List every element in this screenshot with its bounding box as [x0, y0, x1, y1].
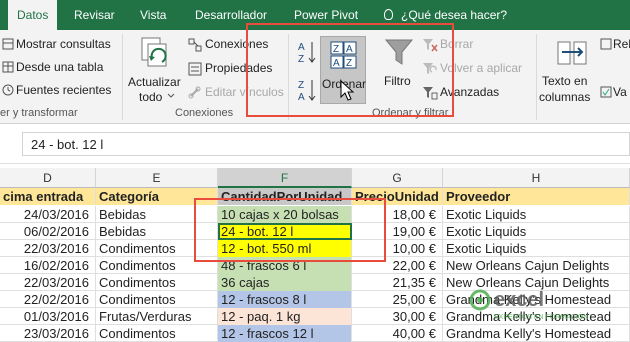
table-row: 23/03/2016 Condimentos 12 - frascos 12 l 40…	[0, 325, 630, 342]
cell-d[interactable]: 06/02/2016	[0, 223, 96, 240]
cell-h[interactable]: Exotic Liquids	[443, 240, 630, 257]
watermark-subtitle: EXPERTOS EN FORMACIÓN	[494, 312, 588, 321]
get-transform-group-label: er y transformar	[0, 107, 78, 119]
watermark-brand: excel	[494, 289, 544, 311]
cell-d[interactable]: 24/03/2016	[0, 206, 96, 223]
tab-vista[interactable]: Vista	[140, 0, 166, 30]
formula-input[interactable]: 24 - bot. 12 l	[22, 132, 630, 156]
table-icon	[2, 61, 14, 73]
cell-g[interactable]: 25,00 €	[352, 291, 443, 308]
cell-d[interactable]: 23/03/2016	[0, 325, 96, 342]
cell-h[interactable]: Exotic Liquids	[443, 206, 630, 223]
cell-h[interactable]: Grandma Kelly's Homestead	[443, 325, 630, 342]
cell-d[interactable]: 16/02/2016	[0, 257, 96, 274]
column-header-h[interactable]: H	[443, 168, 630, 188]
column-header-f[interactable]: F	[218, 168, 352, 188]
recent-sources-button[interactable]: Fuentes recientes	[16, 83, 111, 97]
watermark-logo: excel EXPERTOS EN FORMACIÓN	[466, 286, 626, 326]
flash-fill-button[interactable]: Rel	[613, 37, 630, 51]
data-validation-icon	[600, 86, 612, 98]
text-to-columns-label: columnas	[539, 90, 591, 104]
text-to-columns-button[interactable]: Texto en	[542, 74, 587, 88]
cell-g[interactable]: 30,00 €	[352, 308, 443, 325]
cell-d[interactable]: 01/03/2016	[0, 308, 96, 325]
cell-h[interactable]: Exotic Liquids	[443, 223, 630, 240]
ribbon-divider	[536, 34, 537, 120]
cell-f[interactable]: 12 - paq. 1 kg	[218, 308, 352, 325]
connections-group-label: Conexiones	[175, 107, 234, 119]
cell-g[interactable]: 21,35 €	[352, 274, 443, 291]
cell-e[interactable]: Condimentos	[96, 274, 218, 291]
properties-icon	[188, 62, 202, 76]
data-validation-button[interactable]: Va	[613, 85, 627, 99]
connections-icon	[188, 38, 202, 52]
refresh-all-icon	[141, 37, 167, 67]
text-to-columns-icon	[557, 41, 587, 65]
formula-value: 24 - bot. 12 l	[31, 137, 104, 152]
cell-e[interactable]: Condimentos	[96, 325, 218, 342]
column-header-e[interactable]: E	[96, 168, 218, 188]
cell-f[interactable]: 12 - frascos 8 l	[218, 291, 352, 308]
refresh-all-button[interactable]: Actualizar	[128, 75, 181, 89]
cell-d[interactable]: 22/03/2016	[0, 240, 96, 257]
flash-fill-icon	[600, 38, 612, 50]
cell-g[interactable]: 40,00 €	[352, 325, 443, 342]
edit-links-icon	[188, 86, 201, 99]
header-cell[interactable]: Proveedor	[443, 188, 630, 205]
from-table-button[interactable]: Desde una tabla	[16, 60, 103, 74]
cell-d[interactable]: 22/03/2016	[0, 274, 96, 291]
refresh-all-label: todo	[139, 90, 163, 104]
cell-h[interactable]: New Orleans Cajun Delights	[443, 257, 630, 274]
recent-sources-icon	[2, 84, 14, 96]
cell-e[interactable]: Condimentos	[96, 291, 218, 308]
cell-e[interactable]: Frutas/Verduras	[96, 308, 218, 325]
formula-bar: 24 - bot. 12 l	[0, 124, 630, 164]
queries-icon	[2, 38, 14, 50]
column-header-g[interactable]: G	[352, 168, 443, 188]
tab-revisar[interactable]: Revisar	[74, 0, 115, 30]
ribbon-highlight-box	[246, 23, 454, 117]
highlight-box	[194, 198, 386, 262]
tab-datos[interactable]: Datos	[8, 0, 58, 30]
cell-f[interactable]: 12 - frascos 12 l	[218, 325, 352, 342]
show-queries-button[interactable]: Mostrar consultas	[16, 37, 111, 51]
header-cell[interactable]: cima entrada	[0, 188, 96, 205]
lightbulb-icon	[384, 9, 393, 20]
chevron-down-icon	[167, 93, 175, 98]
ribbon-divider	[122, 34, 123, 120]
column-header-d[interactable]: D	[0, 168, 96, 188]
cell-f[interactable]: 36 cajas	[218, 274, 352, 291]
cell-d[interactable]: 22/02/2016	[0, 291, 96, 308]
